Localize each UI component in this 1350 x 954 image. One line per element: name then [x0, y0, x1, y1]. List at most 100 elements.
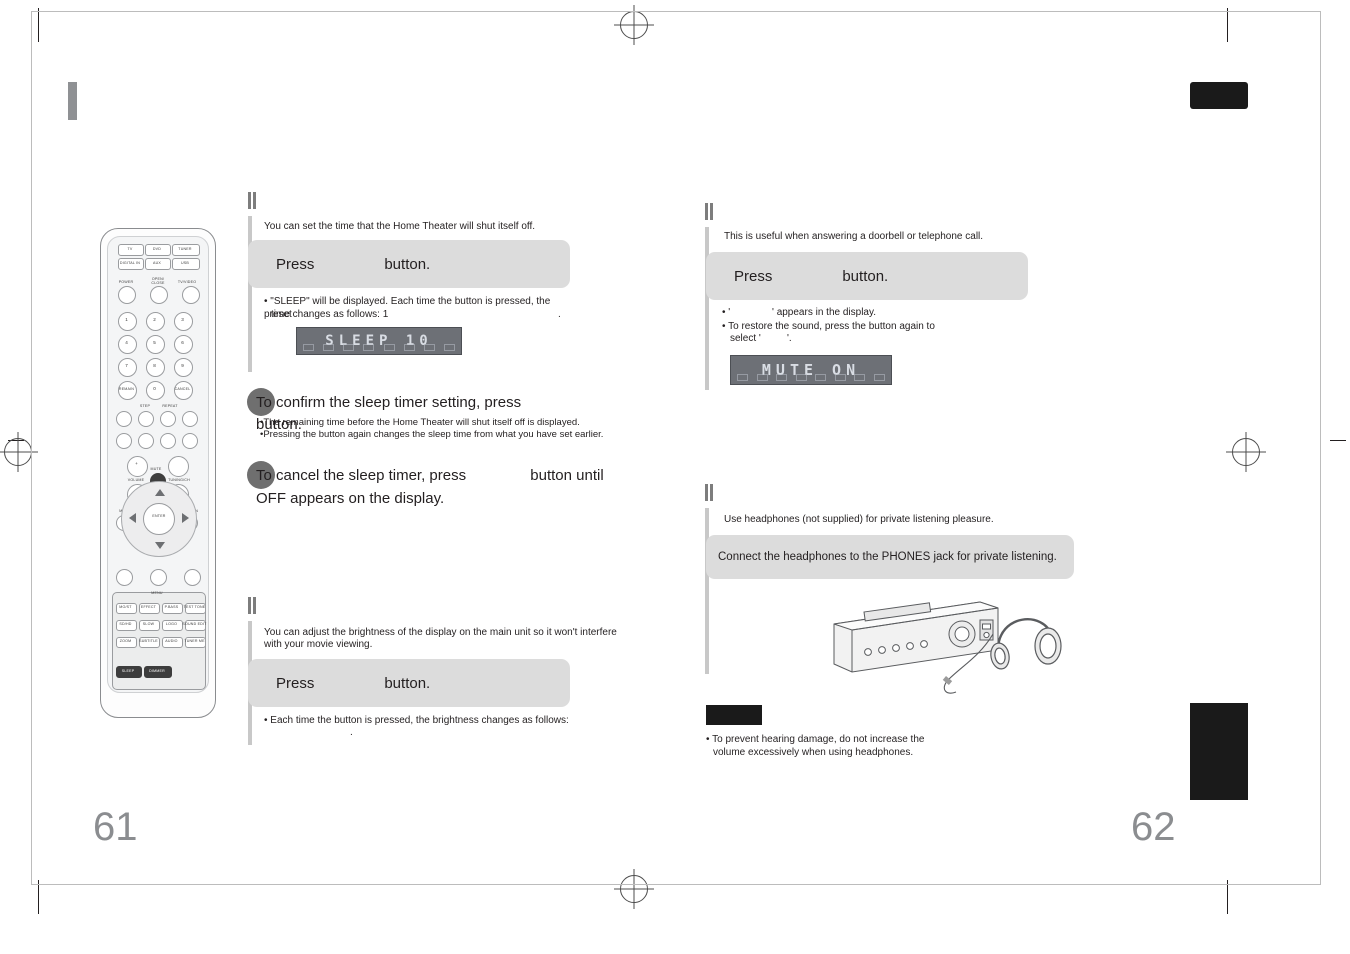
caution-bullet-line2: volume excessively when using headphones… [713, 747, 914, 758]
headphones-intro: Use headphones (not supplied) for privat… [724, 514, 994, 525]
section-marker-sleep-timer [248, 192, 257, 209]
remote-key-label: EFFECT [140, 605, 157, 609]
display-segment-ticks [303, 344, 455, 351]
manual-page-spread: TV DVD TUNER DIGITAL IN AUX USB POWER OP… [0, 0, 1350, 954]
caution-bullet-line1: • To prevent hearing damage, do not incr… [706, 734, 925, 745]
brightness-button-label: button. [384, 674, 431, 692]
remote-key-rewind [116, 433, 132, 449]
remote-key-label: SLEEP [121, 669, 135, 673]
remote-key-label: TEST TONE [183, 605, 206, 609]
remote-key-label: AUX [153, 261, 161, 265]
sleep-timer-button-label: button. [384, 255, 431, 273]
remote-key-enter [143, 503, 175, 535]
dpad-up-icon [155, 489, 165, 496]
brightness-press-bar: Press button. [248, 659, 570, 707]
remote-key-label: REPEAT [162, 404, 178, 408]
mute-bullet-1b: ' appears in the display. [772, 307, 877, 318]
section-marker-headphones [705, 484, 714, 501]
remote-key-label: 2 [153, 317, 156, 322]
remote-key-power [118, 286, 136, 304]
remote-key-label: AUDIO [165, 639, 178, 643]
mute-intro: This is useful when answering a doorbell… [724, 231, 984, 242]
headphones-connect-text: Connect the headphones to the PHONES jac… [718, 551, 1057, 563]
remote-key-label: STEP [139, 404, 151, 408]
remote-key-label: 8 [153, 363, 156, 368]
section-rule-mute [705, 227, 709, 390]
sleep-timer-intro: You can set the time that the Home Theat… [264, 221, 536, 232]
remote-key-label: SLOW [142, 622, 155, 626]
remote-key-open-close [150, 286, 168, 304]
remote-key-label: TV/VIDEO [177, 280, 197, 284]
remote-key-label: 9 [181, 363, 184, 368]
remote-key-info [184, 569, 201, 586]
brightness-press-label: Press [276, 674, 315, 692]
remote-key-label: 0 [153, 386, 156, 391]
dpad-left-icon [129, 513, 136, 523]
remote-key-label: TUNER ME [184, 639, 205, 643]
display-segment-ticks [737, 374, 885, 381]
section-marker-brightness [248, 597, 257, 614]
mute-bullet-3b: '. [787, 333, 792, 344]
remote-key-forward [182, 433, 198, 449]
crop-mark [1227, 880, 1228, 914]
remote-key-label: DIGITAL IN [119, 261, 141, 265]
step-cancel-line2: button until [530, 467, 604, 484]
remote-section-label: MENU [151, 591, 163, 595]
mute-display: MUTE ON [730, 355, 892, 385]
crop-mark [38, 880, 39, 914]
section-tab-top [1190, 82, 1248, 109]
step-confirm-note-2: •Pressing the button again changes the s… [260, 429, 604, 440]
remote-dpad: ENTER [121, 481, 197, 557]
remote-key-label: TUNER [178, 247, 192, 251]
remote-key-stop [138, 433, 154, 449]
mute-press-bar: Press button. [706, 252, 1028, 300]
remote-key-label: 1 [125, 317, 128, 322]
sleep-timer-press-bar: Press button. [248, 240, 570, 288]
mute-bullet-1a: • ' [722, 307, 731, 318]
remote-key-label: 3 [181, 317, 184, 322]
step-confirm-line1: To confirm the sleep timer setting, pres… [256, 394, 522, 411]
headphone-connection-illustration [830, 590, 1070, 710]
sleep-timer-bullet-2: time changes as follows: 1 [271, 309, 389, 320]
mute-bullet-3a: select ' [730, 333, 761, 344]
headphone-illustration-svg [833, 601, 1062, 694]
remote-key-repeat [160, 411, 176, 427]
remote-key-step [138, 411, 154, 427]
section-rule-headphones [705, 508, 709, 674]
remote-key-pl2 [150, 569, 167, 586]
brightness-bullet-line2: . [350, 727, 353, 738]
dpad-right-icon [182, 513, 189, 523]
remote-key-tv-video [182, 286, 200, 304]
remote-key-label: 6 [181, 340, 184, 345]
section-rule-sleep-timer [248, 216, 252, 372]
remote-key-label: SD/HD [119, 622, 132, 626]
remote-key-prev [116, 411, 132, 427]
mute-press-label: Press [734, 267, 773, 285]
remote-key-tuning-up [168, 456, 189, 477]
remote-key-label: P.BASS [164, 605, 179, 609]
sleep-timer-press-label: Press [276, 255, 315, 273]
dpad-down-icon [155, 542, 165, 549]
section-tab-side [1190, 703, 1248, 800]
remote-control-illustration: TV DVD TUNER DIGITAL IN AUX USB POWER OP… [100, 228, 216, 718]
remote-key-next [182, 411, 198, 427]
sleep-timer-bullet-3: . [558, 309, 561, 320]
remote-enter-label: ENTER [152, 514, 166, 518]
remote-key-label: + [135, 461, 138, 466]
remote-key-sd-hd [116, 569, 133, 586]
remote-key-label: SUBTITLE [139, 639, 158, 643]
remote-key-label: 5 [153, 340, 156, 345]
remote-key-label: 7 [125, 363, 128, 368]
step-cancel-line3: OFF appears on the display. [256, 490, 445, 507]
step-cancel-line1: To cancel the sleep timer, press [256, 467, 467, 484]
sleep-timer-display: SLEEP 10 [296, 327, 462, 355]
remote-key-label: POWER [118, 280, 134, 284]
remote-key-label: CANCEL [174, 387, 191, 391]
brightness-intro-line2: with your movie viewing. [264, 639, 373, 650]
registration-mark [4, 438, 32, 466]
page-number-right: 62 [1131, 805, 1176, 849]
mute-button-label: button. [842, 267, 889, 285]
remote-key-play-pause [160, 433, 176, 449]
remote-key-label: MO/ST [119, 605, 132, 609]
section-marker-mute [705, 203, 714, 220]
